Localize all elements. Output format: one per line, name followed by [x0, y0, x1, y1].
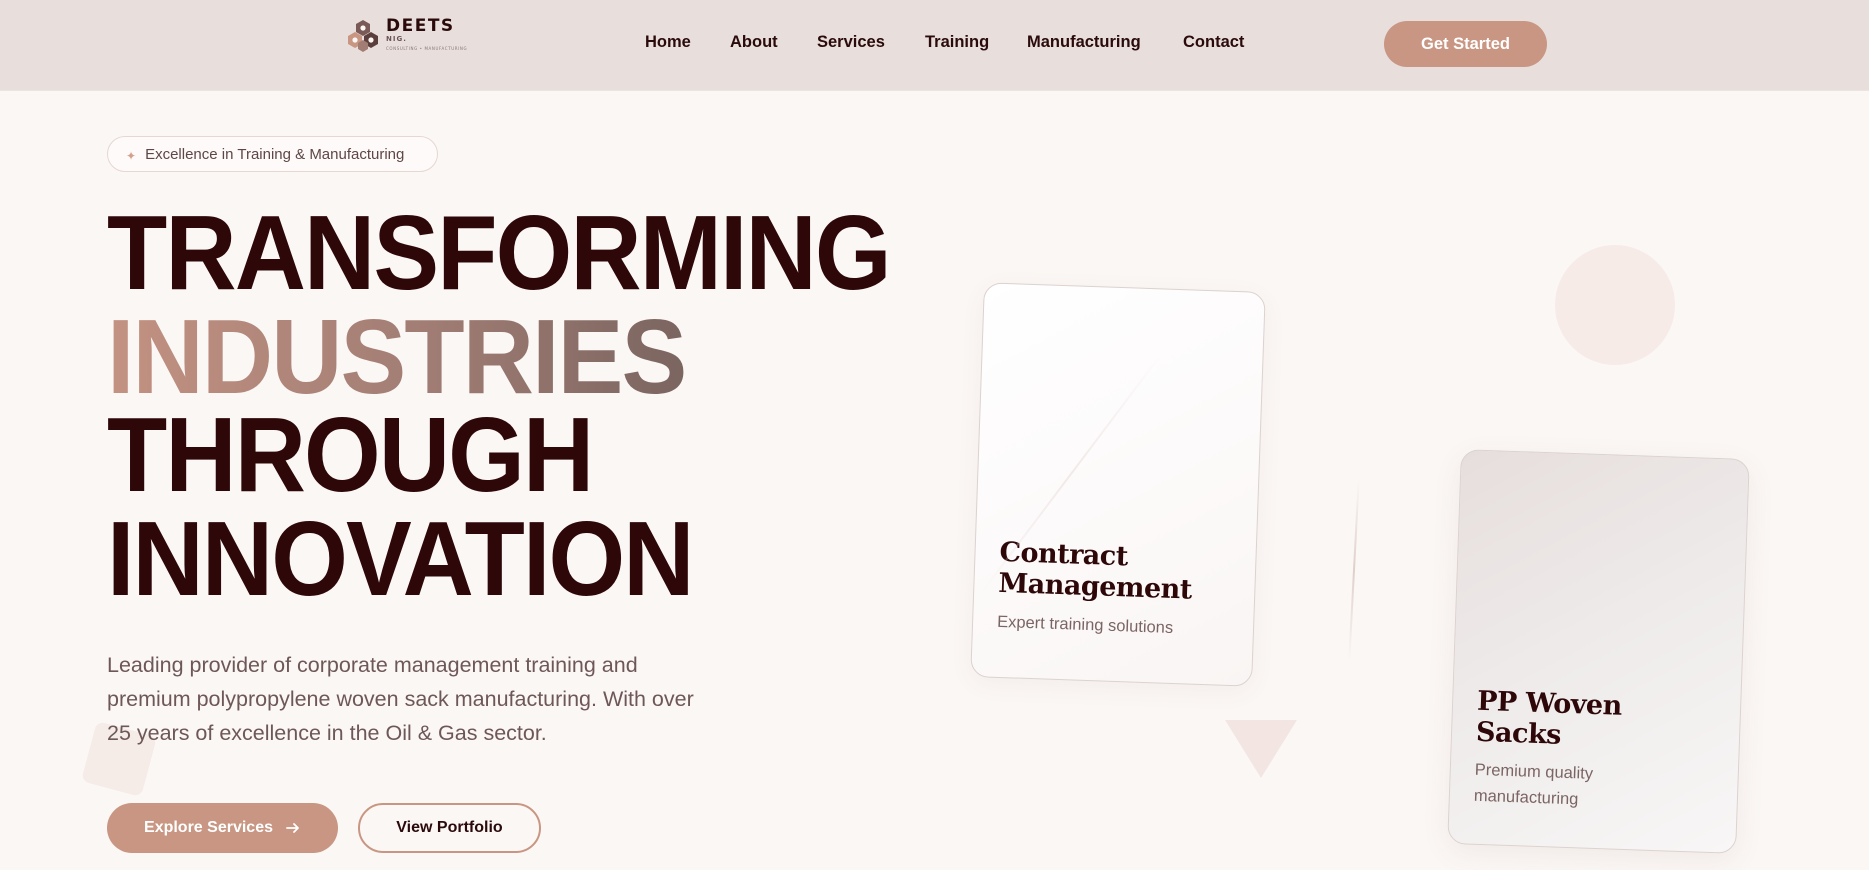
- view-portfolio-button[interactable]: View Portfolio: [358, 803, 541, 853]
- nav-link-contact[interactable]: Contact: [1183, 33, 1244, 52]
- card-subtitle: Premium quality manufacturing: [1473, 760, 1594, 809]
- nav-link-about[interactable]: About: [730, 33, 778, 52]
- hero-headline-line-2: INDUSTRIES: [107, 298, 687, 416]
- sparkle-icon: ✦: [126, 148, 137, 163]
- hero-badge-text: Excellence in Training & Manufacturing: [145, 145, 405, 163]
- hero-headline-line-3: THROUGH: [107, 396, 594, 514]
- get-started-button[interactable]: Get Started: [1384, 21, 1547, 67]
- hero-description: Leading provider of corporate management…: [107, 653, 694, 745]
- card-title: PP Woven Sacks: [1475, 685, 1623, 751]
- decorative-triangle: [1225, 720, 1297, 778]
- navbar: DEETS NIG. CONSULTING • MANUFACTURING Ho…: [0, 0, 1869, 91]
- card-title: Contract Management: [997, 536, 1193, 606]
- arrow-right-icon: [286, 823, 299, 833]
- card-subtitle: Expert training solutions: [996, 612, 1174, 638]
- nav-link-training[interactable]: Training: [925, 33, 989, 52]
- nav-link-home[interactable]: Home: [645, 33, 691, 52]
- nav-link-manufacturing[interactable]: Manufacturing: [1027, 33, 1141, 52]
- explore-services-button[interactable]: Explore Services: [107, 803, 338, 853]
- hero-headline-line-1: TRANSFORMING: [107, 194, 892, 312]
- service-card-contract-management[interactable]: Contract Management Expert training solu…: [970, 282, 1266, 687]
- hero-badge: ✦ Excellence in Training & Manufacturing: [107, 136, 438, 172]
- decorative-line: [1348, 480, 1360, 660]
- explore-services-label: Explore Services: [144, 819, 273, 836]
- service-card-pp-woven-sacks[interactable]: PP Woven Sacks Premium quality manufactu…: [1447, 449, 1750, 854]
- decorative-circle: [1555, 245, 1675, 365]
- nav-link-services[interactable]: Services: [817, 33, 885, 52]
- hero-headline-line-4: INNOVATION: [107, 500, 694, 618]
- main-nav: Home About Services Training Manufacturi…: [0, 33, 1869, 53]
